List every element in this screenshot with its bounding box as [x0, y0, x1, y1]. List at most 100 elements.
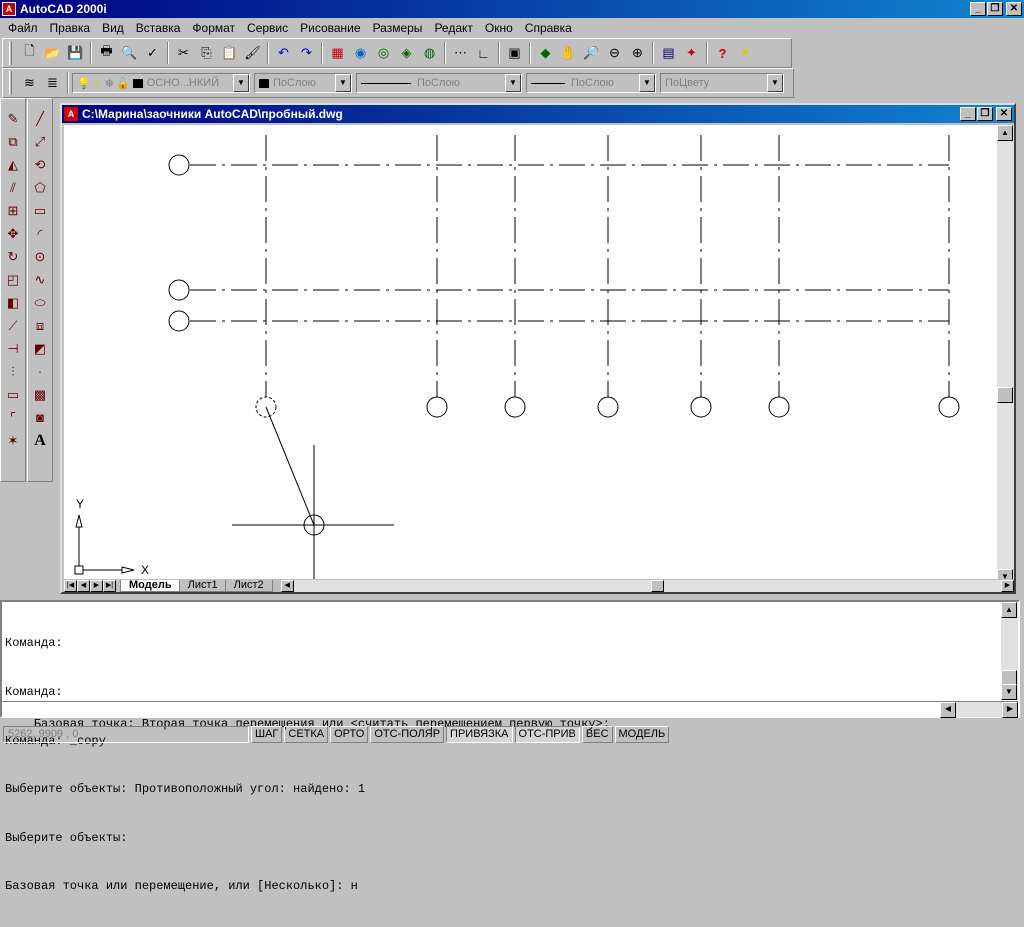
stretch-icon[interactable]: ◧ [1, 291, 25, 314]
pan-icon[interactable]: ◆ [534, 42, 557, 64]
scroll-down-icon[interactable]: ▼ [1001, 684, 1017, 700]
menu-help[interactable]: Справка [519, 19, 578, 37]
move-icon[interactable]: ✥ [1, 222, 25, 245]
scroll-thumb[interactable] [997, 387, 1013, 403]
scroll-right-icon[interactable]: ▶ [1002, 702, 1018, 718]
hscroll-thumb[interactable] [650, 579, 664, 592]
chamfer-icon[interactable]: ▭ [1, 383, 25, 406]
axis-bubble-2[interactable] [426, 396, 448, 418]
first-tab-icon[interactable]: |◀ [64, 579, 77, 592]
array-icon[interactable]: ⊞ [1, 199, 25, 222]
trim-icon[interactable]: ⟋ [1, 314, 25, 337]
explode-icon[interactable]: ✶ [1, 429, 25, 452]
browser-icon[interactable]: ◎ [372, 42, 395, 64]
break-icon[interactable]: ⫶ [1, 360, 25, 383]
hyperlink-icon[interactable]: ▦ [326, 42, 349, 64]
menu-modify[interactable]: Редакт [428, 19, 478, 37]
menu-format[interactable]: Формат [186, 19, 241, 37]
matchprop-icon[interactable]: 🖌 [241, 42, 264, 64]
new-icon[interactable]: 🗋 [18, 42, 41, 64]
make-current-layer-icon[interactable]: ≣ [41, 72, 64, 94]
drawing-vertical-scrollbar[interactable]: ▲ ▼ [997, 125, 1014, 585]
menu-window[interactable]: Окно [479, 19, 519, 37]
preview-icon[interactable]: 🔍 [118, 42, 141, 64]
line-icon[interactable]: ╱ [28, 107, 52, 130]
region-icon[interactable]: ◙ [28, 406, 52, 429]
layers-icon[interactable]: ◍ [418, 42, 441, 64]
layer-manager-icon[interactable]: ≋ [18, 72, 41, 94]
osnap-toggle[interactable]: ПРИВЯЗКА [446, 725, 513, 743]
drawing-horizontal-scrollbar[interactable]: ◀ ▶ [280, 579, 1014, 592]
open-icon[interactable]: 📂 [41, 42, 64, 64]
color-combo[interactable]: ПоСлою ▼ [254, 73, 352, 93]
adcenter-icon[interactable]: ✦ [680, 42, 703, 64]
next-tab-icon[interactable]: ▶ [90, 579, 103, 592]
fillet-icon[interactable]: ⌜ [1, 406, 25, 429]
insert-block-icon[interactable]: ⧈ [28, 314, 52, 337]
axis-bubble-6[interactable] [768, 396, 790, 418]
plotstyle-combo[interactable]: ПоЦвету ▼ [660, 73, 784, 93]
minimize-button[interactable]: _ [970, 2, 986, 16]
axis-bubble-5[interactable] [690, 396, 712, 418]
axis-bubble-a[interactable] [168, 154, 190, 176]
zoom-realtime-icon[interactable]: ✋ [557, 42, 580, 64]
toolbar-grip[interactable] [9, 41, 12, 65]
tab-layout1[interactable]: Лист1 [178, 579, 227, 592]
cut-icon[interactable]: ✂ [172, 42, 195, 64]
tips-icon[interactable]: ✶ [734, 42, 757, 64]
chevron-down-icon[interactable]: ▼ [335, 74, 351, 92]
ellipse-icon[interactable]: ⬭ [28, 291, 52, 314]
mirror-icon[interactable]: ◭ [1, 153, 25, 176]
save-icon[interactable]: 💾 [64, 42, 87, 64]
last-tab-icon[interactable]: ▶| [103, 579, 116, 592]
coordinates-readout[interactable]: 5262, 9909 , 0 [3, 725, 249, 743]
drawing-restore-button[interactable]: ❐ [977, 107, 993, 121]
print-icon[interactable]: 🖶 [95, 42, 118, 64]
circle-icon[interactable]: ⊙ [28, 245, 52, 268]
menu-tools[interactable]: Сервис [241, 19, 294, 37]
axis-bubble-7[interactable] [938, 396, 960, 418]
mtext-icon[interactable]: A [28, 429, 52, 452]
axis-bubble-b[interactable] [168, 279, 190, 301]
design-center-icon[interactable]: ◈ [395, 42, 418, 64]
zoom-window-icon[interactable]: 🔎 [580, 42, 603, 64]
linetype-combo[interactable]: ПоСлою ▼ [356, 73, 522, 93]
xline-icon[interactable]: ⤢ [28, 130, 52, 153]
lineweight-toggle[interactable]: ВЕС [581, 725, 613, 743]
pline-icon[interactable]: ⟲ [28, 153, 52, 176]
tab-model[interactable]: Модель [120, 579, 181, 592]
today-icon[interactable]: ◉ [349, 42, 372, 64]
scroll-right-icon[interactable]: ▶ [1001, 579, 1014, 592]
redo-icon[interactable]: ↷ [295, 42, 318, 64]
toolbar-grip[interactable] [9, 71, 12, 95]
polygon-icon[interactable]: ⬠ [28, 176, 52, 199]
tracking-icon[interactable]: ⋯ [449, 42, 472, 64]
prev-tab-icon[interactable]: ◀ [77, 579, 90, 592]
lineweight-combo[interactable]: ПоСлою ▼ [526, 73, 656, 93]
menu-insert[interactable]: Вставка [130, 19, 187, 37]
zoom-extents-icon[interactable]: ⊕ [626, 42, 649, 64]
drawing-minimize-button[interactable]: _ [960, 107, 976, 121]
chevron-down-icon[interactable]: ▼ [233, 74, 249, 92]
offset-icon[interactable]: ⫽ [1, 176, 25, 199]
snap-toggle[interactable]: ШАГ [251, 725, 283, 743]
zoom-prev-icon[interactable]: ⊖ [603, 42, 626, 64]
grid-toggle[interactable]: СЕТКА [284, 725, 329, 743]
scroll-left-icon[interactable]: ◀ [940, 702, 956, 718]
menu-view[interactable]: Вид [96, 19, 130, 37]
undo-icon[interactable]: ↶ [272, 42, 295, 64]
copy-object-icon[interactable]: ⧉ [1, 130, 25, 153]
erase-icon[interactable]: ✎ [1, 107, 25, 130]
chevron-down-icon[interactable]: ▼ [767, 74, 783, 92]
hatch-icon[interactable]: ▩ [28, 383, 52, 406]
rotate-icon[interactable]: ↻ [1, 245, 25, 268]
model-toggle[interactable]: МОДЕЛЬ [614, 725, 670, 743]
menu-dimension[interactable]: Размеры [367, 19, 429, 37]
help-icon[interactable]: ? [711, 42, 734, 64]
ucs-icon[interactable]: ∟ [472, 42, 495, 64]
drawing-canvas[interactable]: Y X [64, 125, 998, 585]
polar-toggle[interactable]: ОТС-ПОЛЯР [370, 725, 445, 743]
menu-edit[interactable]: Правка [44, 19, 97, 37]
scale-icon[interactable]: ◰ [1, 268, 25, 291]
chevron-down-icon[interactable]: ▼ [505, 74, 521, 92]
